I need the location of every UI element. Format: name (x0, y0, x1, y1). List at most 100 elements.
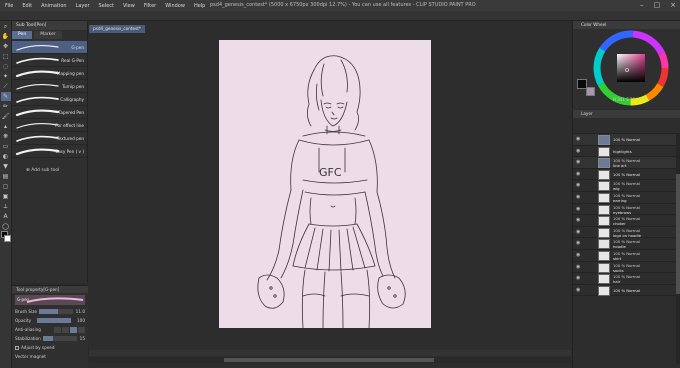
eyedropper-icon[interactable]: ⟋ (1, 82, 11, 91)
stabilization-value[interactable]: 15 (80, 336, 85, 341)
eye-icon[interactable]: ◉ (576, 137, 581, 142)
eraser-icon[interactable]: ▭ (1, 142, 11, 151)
frame-icon[interactable]: ▣ (1, 192, 11, 201)
layer-row[interactable]: ◉ 100 % Normal eyebrows (573, 204, 680, 216)
pen-icon[interactable]: ✎ (0, 92, 11, 101)
antialias-row[interactable]: Anti-aliasing (12, 325, 88, 334)
menu-animation[interactable]: Animation (41, 3, 67, 9)
brush-item[interactable]: Calligraphy (12, 93, 87, 106)
eye-icon[interactable]: ◉ (576, 252, 581, 257)
menu-select[interactable]: Select (99, 3, 114, 9)
antialias-strong-icon[interactable] (78, 326, 85, 333)
hand-icon[interactable]: ✋ (1, 32, 11, 41)
eye-icon[interactable]: ◉ (576, 148, 581, 153)
antialias-medium-icon[interactable] (70, 326, 77, 333)
menu-edit[interactable]: Edit (22, 3, 32, 9)
ruler-icon[interactable]: ⟂ (1, 202, 11, 211)
fill-icon[interactable]: ▼ (1, 162, 11, 171)
layer-row[interactable]: ◉ 100 % Normal hair (573, 273, 680, 285)
brush-item[interactable]: Tapered Pen (12, 106, 87, 119)
add-subtool-button[interactable]: ⊕ Add sub tool (12, 168, 87, 173)
layer-row[interactable]: ◉ 100 % Normal skirt (573, 250, 680, 262)
sub-color-swatch[interactable] (586, 87, 595, 96)
text-icon[interactable]: A (1, 212, 11, 221)
brush-icon[interactable]: 🖌 (1, 112, 11, 121)
opacity-value[interactable]: 100 (77, 318, 85, 323)
menu-file[interactable]: File (5, 3, 13, 9)
layer-row[interactable]: ◉ 100 % Normal wig (573, 180, 680, 192)
eye-icon[interactable]: ◉ (576, 241, 581, 246)
eye-icon[interactable]: ◉ (576, 160, 581, 165)
tab-pen[interactable]: Pen (12, 31, 33, 39)
auto-select-icon[interactable]: ✦ (1, 72, 11, 81)
airbrush-icon[interactable]: ▴ (1, 122, 11, 131)
eye-icon[interactable]: ◉ (576, 206, 581, 211)
canvas-area[interactable]: psd4_genesis_contest* GFC (89, 21, 571, 368)
layer-row[interactable]: ◉ 100 % Normal line art (573, 157, 680, 169)
brush-item[interactable]: Easy Pen ( v ) (12, 145, 87, 158)
lasso-icon[interactable]: ◌ (1, 62, 11, 71)
layer-row[interactable]: ◉ 100 % Normal (573, 169, 680, 181)
eye-icon[interactable]: ◉ (576, 194, 581, 199)
brush-size-row[interactable]: Brush Size 11.0 (12, 307, 88, 316)
layer-scrollbar[interactable] (676, 134, 680, 364)
adjust-speed-checkbox[interactable] (15, 346, 19, 350)
figure-icon[interactable]: ◻ (1, 182, 11, 191)
eye-icon[interactable]: ◉ (576, 264, 581, 269)
minimize-icon[interactable]: – (640, 1, 644, 9)
vector-row[interactable]: Vector magnet (12, 352, 88, 361)
layer-row[interactable]: ◉ 100 % Normal logo on hoodie (573, 227, 680, 239)
antialias-none-icon[interactable] (54, 326, 61, 333)
layer-row[interactable]: ◉ 100 % Normal (573, 134, 680, 146)
decoration-icon[interactable]: ❋ (1, 132, 11, 141)
opacity-row[interactable]: Opacity 100 (12, 316, 88, 325)
balloon-icon[interactable]: ◯ (1, 222, 11, 231)
menu-window[interactable]: Window (165, 3, 185, 9)
pencil-icon[interactable]: ✏ (1, 102, 11, 111)
opacity-slider[interactable] (37, 318, 72, 323)
scroll-thumb[interactable] (224, 358, 434, 362)
brush-item[interactable]: For effect line (12, 119, 87, 132)
eye-icon[interactable]: ◉ (576, 229, 581, 234)
brush-item[interactable]: Textured pen (12, 132, 87, 145)
eye-icon[interactable]: ◉ (576, 218, 581, 223)
close-icon[interactable]: × (670, 1, 676, 9)
sub-color-chip[interactable] (4, 235, 11, 242)
selection-icon[interactable]: ⬚ (1, 52, 11, 61)
color-wheel[interactable] (593, 30, 669, 106)
gradient-icon[interactable]: ▤ (1, 172, 11, 181)
brush-size-value[interactable]: 11.0 (76, 309, 85, 314)
layer-row[interactable]: ◉ 100 % Normal hoodie (573, 238, 680, 250)
menu-filter[interactable]: Filter (144, 3, 156, 9)
stabilization-row[interactable]: Stabilization 15 (12, 334, 88, 343)
layer-row[interactable]: ◉ highlights (573, 146, 680, 158)
menu-help[interactable]: Help (194, 3, 205, 9)
eye-icon[interactable]: ◉ (576, 183, 581, 188)
brush-item[interactable]: Real G-Pen (12, 54, 87, 67)
eye-icon[interactable]: ◉ (576, 287, 581, 292)
menu-view[interactable]: View (123, 3, 135, 9)
maximize-icon[interactable]: □ (654, 1, 661, 9)
antialias-options[interactable] (54, 326, 85, 333)
horizontal-scrollbar[interactable] (89, 357, 571, 363)
layer-scroll-thumb[interactable] (676, 174, 680, 294)
brush-item[interactable]: Mapping pen (12, 67, 87, 80)
zoom-icon[interactable]: ⌕ (1, 22, 11, 31)
layer-row[interactable]: ◉ 100 % Normal choker (573, 215, 680, 227)
layer-row[interactable]: ◉ 100 % Normal (573, 285, 680, 297)
eye-icon[interactable]: ◉ (576, 171, 581, 176)
brush-item[interactable]: Turnip pen (12, 80, 87, 93)
document-tab[interactable]: psd4_genesis_contest* (89, 25, 145, 33)
stabilization-slider[interactable] (43, 336, 78, 341)
antialias-weak-icon[interactable] (62, 326, 69, 333)
adjust-speed-row[interactable]: Adjust by speed (12, 343, 88, 352)
layer-row[interactable]: ◉ 100 % Normal socks (573, 262, 680, 274)
canvas-paper[interactable]: GFC (219, 40, 431, 328)
move-icon[interactable]: ✥ (1, 42, 11, 51)
menu-layer[interactable]: Layer (76, 3, 90, 9)
eye-icon[interactable]: ◉ (576, 276, 581, 281)
brush-size-slider[interactable] (39, 309, 74, 314)
blend-icon[interactable]: ◐ (1, 152, 11, 161)
tab-marker[interactable]: Marker (34, 31, 62, 39)
layer-row[interactable]: ◉ 100 % Normal earring (573, 192, 680, 204)
